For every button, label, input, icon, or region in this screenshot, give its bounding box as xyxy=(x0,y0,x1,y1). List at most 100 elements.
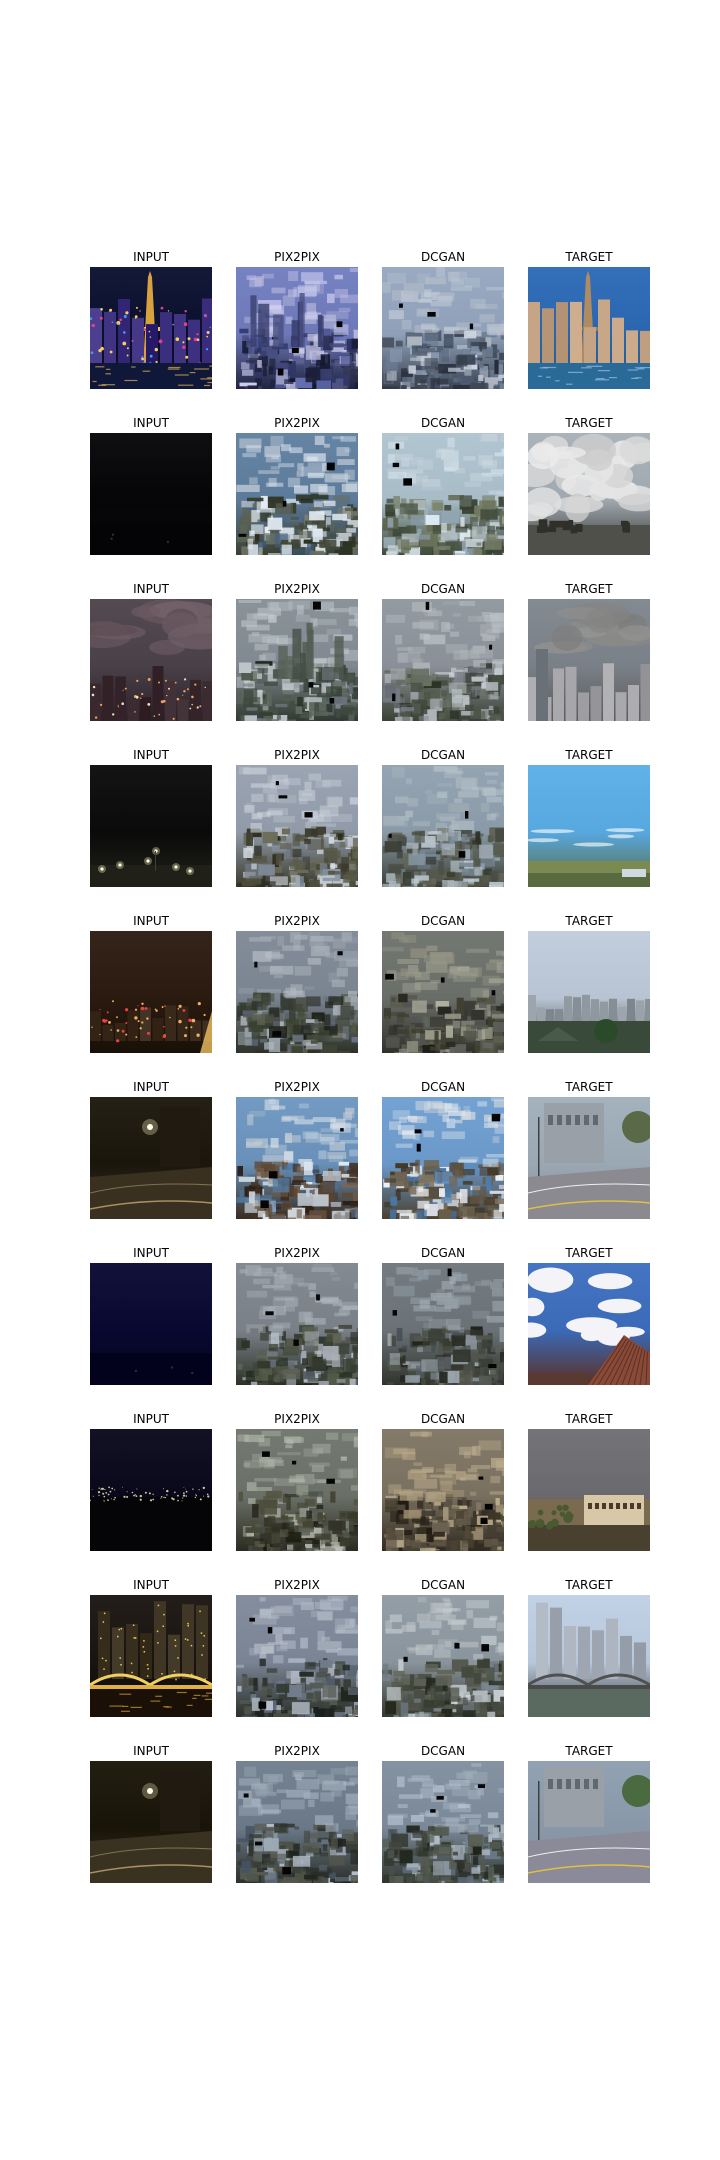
grid-cell-dcgan-row-7: DCGAN xyxy=(382,1246,504,1385)
grid-cell-input-row-8: INPUT xyxy=(90,1412,212,1551)
photo-image xyxy=(528,1761,650,1883)
column-title: DCGAN xyxy=(420,416,466,430)
photo-generated-blur xyxy=(236,765,358,887)
photo-day-bridge xyxy=(528,1595,650,1717)
photo-image xyxy=(382,1263,504,1385)
column-title: PIX2PIX xyxy=(274,1080,320,1094)
grid-cell-input-row-9: INPUT xyxy=(90,1578,212,1717)
column-title: INPUT xyxy=(133,1744,169,1758)
photo-generated-sky xyxy=(236,433,358,555)
photo-day-town xyxy=(528,931,650,1053)
photo-image xyxy=(528,267,650,389)
photo-image xyxy=(236,433,358,555)
photo-image xyxy=(382,1761,504,1883)
column-title: TARGET xyxy=(565,1578,613,1592)
photo-generated-blur xyxy=(382,765,504,887)
photo-image xyxy=(528,931,650,1053)
photo-image xyxy=(528,599,650,721)
column-title: INPUT xyxy=(133,1080,169,1094)
photo-image xyxy=(90,765,212,887)
grid-cell-pix2pix-row-5: PIX2PIX xyxy=(236,914,358,1053)
photo-cloudy-sky xyxy=(528,433,650,555)
photo-generated-blur xyxy=(382,1595,504,1717)
photo-generated-city xyxy=(236,267,358,389)
grid-cell-pix2pix-row-6: PIX2PIX xyxy=(236,1080,358,1219)
grid-cell-dcgan-row-3: DCGAN xyxy=(382,582,504,721)
grid-cell-dcgan-row-8: DCGAN xyxy=(382,1412,504,1551)
grid-cell-dcgan-row-9: DCGAN xyxy=(382,1578,504,1717)
grid-cell-dcgan-row-10: DCGAN xyxy=(382,1744,504,1883)
grid-cell-target-row-1: TARGET xyxy=(528,250,650,389)
column-title: TARGET xyxy=(565,1412,613,1426)
column-title: DCGAN xyxy=(420,250,466,264)
photo-night-town xyxy=(90,931,212,1053)
grid-cell-pix2pix-row-4: PIX2PIX xyxy=(236,748,358,887)
photo-generated-blur xyxy=(382,1429,504,1551)
photo-generated-blur xyxy=(382,1761,504,1883)
column-title: DCGAN xyxy=(420,582,466,596)
grid-cell-dcgan-row-1: DCGAN xyxy=(382,250,504,389)
photo-night-paris-casino xyxy=(90,267,212,389)
column-title: DCGAN xyxy=(420,1412,466,1426)
photo-image xyxy=(236,931,358,1053)
photo-generated-sky xyxy=(382,433,504,555)
grid-cell-input-row-7: INPUT xyxy=(90,1246,212,1385)
photo-generated-sky xyxy=(236,1097,358,1219)
photo-image xyxy=(382,1595,504,1717)
column-title: DCGAN xyxy=(420,1246,466,1260)
photo-dusk-building xyxy=(528,1429,650,1551)
grid-cell-target-row-3: TARGET xyxy=(528,582,650,721)
grid-cell-pix2pix-row-10: PIX2PIX xyxy=(236,1744,358,1883)
column-title: PIX2PIX xyxy=(274,914,320,928)
column-title: TARGET xyxy=(565,748,613,762)
photo-image xyxy=(382,599,504,721)
photo-image xyxy=(528,1097,650,1219)
grid-cell-target-row-10: TARGET xyxy=(528,1744,650,1883)
column-title: DCGAN xyxy=(420,1744,466,1758)
photo-image xyxy=(236,1097,358,1219)
grid-cell-pix2pix-row-2: PIX2PIX xyxy=(236,416,358,555)
column-title: INPUT xyxy=(133,1578,169,1592)
photo-image xyxy=(382,1097,504,1219)
photo-image xyxy=(382,931,504,1053)
photo-image xyxy=(90,1429,212,1551)
grid-cell-target-row-4: TARGET xyxy=(528,748,650,887)
photo-image xyxy=(90,1595,212,1717)
photo-image xyxy=(528,1429,650,1551)
grid-cell-input-row-4: INPUT xyxy=(90,748,212,887)
photo-night-horizon xyxy=(90,1429,212,1551)
photo-generated-blur xyxy=(236,1761,358,1883)
column-title: PIX2PIX xyxy=(274,1246,320,1260)
image-comparison-grid: INPUT PIX2PIX DCGAN TARGET INPUT PIX2PIX DCGAN… xyxy=(0,0,720,2160)
photo-image xyxy=(528,765,650,887)
column-title: INPUT xyxy=(133,1246,169,1260)
grid-cell-pix2pix-row-9: PIX2PIX xyxy=(236,1578,358,1717)
photo-image xyxy=(90,1761,212,1883)
column-title: DCGAN xyxy=(420,748,466,762)
column-title: INPUT xyxy=(133,416,169,430)
column-title: INPUT xyxy=(133,582,169,596)
photo-dark-blue xyxy=(90,1263,212,1385)
photo-generated-blur xyxy=(382,1263,504,1385)
column-title: PIX2PIX xyxy=(274,1412,320,1426)
grid-cell-dcgan-row-6: DCGAN xyxy=(382,1080,504,1219)
photo-image xyxy=(382,433,504,555)
photo-image xyxy=(528,1263,650,1385)
grid-cell-input-row-10: INPUT xyxy=(90,1744,212,1883)
column-title: INPUT xyxy=(133,748,169,762)
photo-day-street xyxy=(528,1761,650,1883)
grid-cell-pix2pix-row-1: PIX2PIX xyxy=(236,250,358,389)
column-title: PIX2PIX xyxy=(274,250,320,264)
photo-generated-blur xyxy=(236,1263,358,1385)
photo-generated-blur xyxy=(382,267,504,389)
photo-night-street xyxy=(90,1761,212,1883)
photo-generated-blur xyxy=(236,931,358,1053)
photo-image xyxy=(528,433,650,555)
grid-cell-dcgan-row-4: DCGAN xyxy=(382,748,504,887)
photo-image xyxy=(90,1263,212,1385)
grid-cell-pix2pix-row-7: PIX2PIX xyxy=(236,1246,358,1385)
grid-cell-target-row-7: TARGET xyxy=(528,1246,650,1385)
column-title: DCGAN xyxy=(420,1080,466,1094)
photo-image xyxy=(382,765,504,887)
grid-cell-target-row-8: TARGET xyxy=(528,1412,650,1551)
